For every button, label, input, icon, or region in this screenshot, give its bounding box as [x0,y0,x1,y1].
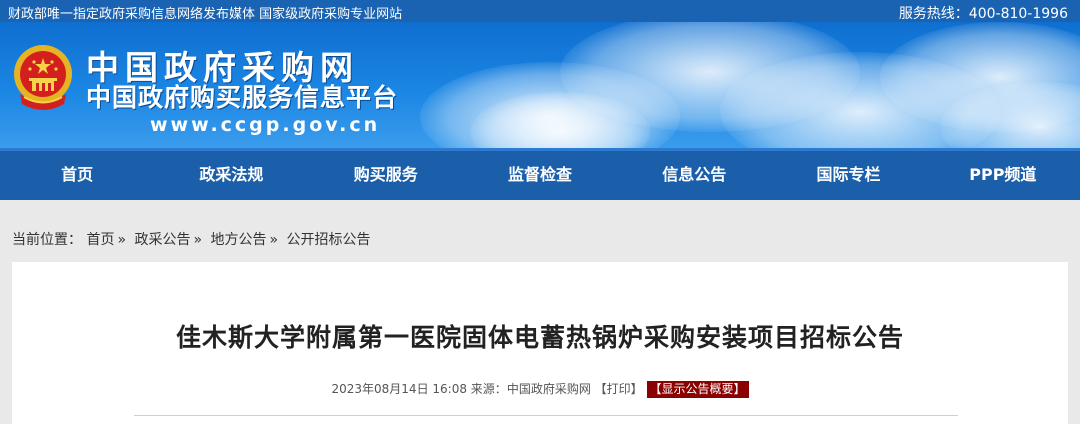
breadcrumb-link-local[interactable]: 地方公告 [211,232,267,248]
site-subtitle: 中国政府购买服务信息平台 [86,83,399,112]
nav-item-supervision[interactable]: 监督检查 [463,151,617,200]
breadcrumb-link-home[interactable]: 首页 [86,232,114,248]
show-summary-button[interactable]: 【显示公告概要】 [646,381,749,398]
breadcrumb-separator: » [269,232,279,248]
site-url: www.ccgp.gov.cn [150,114,381,136]
site-banner: 中国政府采购网 中国政府购买服务信息平台 www.ccgp.gov.cn [0,22,1080,148]
breadcrumb-label: 当前位置： [12,232,82,248]
nav-item-regulations[interactable]: 政采法规 [154,151,308,200]
nav-item-purchase-services[interactable]: 购买服务 [309,151,463,200]
site-title: 中国政府采购网 [86,48,359,87]
main-nav: 首页 政采法规 购买服务 监督检查 信息公告 国际专栏 PPP频道 [0,148,1080,200]
article-panel: 佳木斯大学附属第一医院固体电蓄热锅炉采购安装项目招标公告 2023年08月14日… [12,262,1068,424]
article-meta: 2023年08月14日 16:08 来源：中国政府采购网 【打印】 【显示公告概… [12,380,1068,398]
national-emblem-icon [14,45,72,110]
site-tagline: 财政部唯一指定政府采购信息网络发布媒体 国家级政府采购专业网站 [8,7,403,22]
breadcrumb-separator: » [117,232,127,248]
breadcrumb-link-public-tender[interactable]: 公开招标公告 [287,232,371,248]
publish-date: 2023年08月14日 16:08 [331,382,467,396]
source-name: 中国政府采购网 [506,382,591,396]
top-bar: 财政部唯一指定政府采购信息网络发布媒体 国家级政府采购专业网站 服务热线：400… [0,0,1080,22]
service-hotline: 服务热线：400-810-1996 [898,6,1068,22]
breadcrumb: 当前位置： 首页» 政采公告» 地方公告» 公开招标公告 [12,229,371,249]
nav-item-ppp[interactable]: PPP频道 [926,151,1080,200]
nav-item-announcements[interactable]: 信息公告 [617,151,771,200]
source-label: 来源： [470,382,507,396]
print-link[interactable]: 【打印】 [595,382,643,396]
nav-item-international[interactable]: 国际专栏 [771,151,925,200]
breadcrumb-separator: » [193,232,203,248]
article-title: 佳木斯大学附属第一医院固体电蓄热锅炉采购安装项目招标公告 [175,323,904,352]
breadcrumb-link-announcements[interactable]: 政采公告 [134,232,190,248]
divider [134,415,958,416]
nav-item-home[interactable]: 首页 [0,151,154,200]
